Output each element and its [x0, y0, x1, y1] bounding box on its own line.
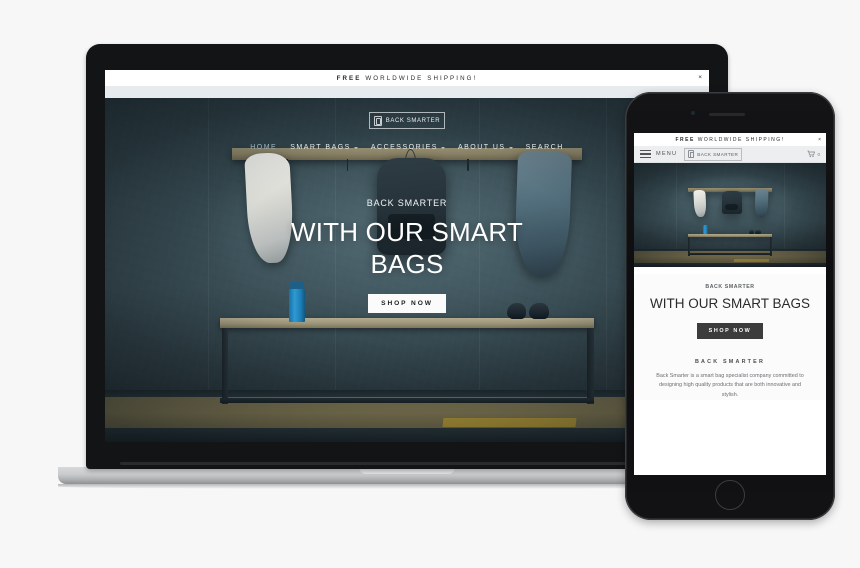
hero-eyebrow: BACK SMARTER — [366, 198, 448, 208]
site-logo[interactable]: BACK SMARTER — [368, 112, 446, 129]
vignette — [634, 163, 826, 267]
nav-label: SEARCH — [525, 144, 564, 151]
chevron-down-icon — [508, 146, 513, 149]
mobile-hero-headline: WITH OUR SMART BAGS — [649, 296, 811, 311]
nav-label: ABOUT US — [457, 144, 506, 151]
earpiece-speaker — [709, 113, 745, 116]
logo-text: BACK SMARTER — [385, 117, 441, 124]
cart-icon — [807, 150, 816, 158]
mobile-menu-label[interactable]: MENU — [656, 151, 677, 157]
mobile-site-logo[interactable]: BACK SMARTER — [684, 147, 743, 161]
phone-device: FREE WORLDWIDE SHIPPING! × MENU BACK SMA… — [625, 92, 835, 520]
hamburger-menu-icon[interactable] — [640, 150, 651, 158]
nav-item-smart-bags[interactable]: SMART BAGS — [290, 144, 358, 151]
mobile-announcement-bold: FREE — [675, 136, 695, 143]
mobile-announcement-text: FREE WORLDWIDE SHIPPING! — [675, 137, 784, 143]
mobile-hero-eyebrow: BACK SMARTER — [705, 284, 755, 290]
nav-item-about-us[interactable]: ABOUT US — [458, 144, 513, 151]
nav-label: SMART BAGS — [290, 144, 351, 151]
laptop-hinge — [120, 462, 694, 465]
main-navigation: HOME SMART BAGS ACCESSORIES ABOUT US SEA… — [250, 144, 564, 151]
hero-overlay: BACK SMARTER HOME SMART BAGS ACCESSORIES… — [105, 98, 709, 442]
mobile-about-paragraph: Back Smarter is a smart bag specialist c… — [656, 373, 804, 398]
nav-label: HOME — [250, 144, 278, 151]
front-camera-icon — [691, 111, 695, 115]
bag-icon — [373, 115, 382, 126]
header-strip — [105, 86, 709, 98]
mobile-about-title: BACK SMARTER — [694, 359, 766, 366]
desktop-hero: BACK SMARTER HOME SMART BAGS ACCESSORIES… — [105, 98, 709, 442]
bag-icon — [688, 150, 695, 158]
announcement-bar: FREE WORLDWIDE SHIPPING! × — [105, 70, 709, 86]
mobile-shop-now-button[interactable]: SHOP NOW — [696, 323, 764, 340]
cart-count: 0 — [817, 151, 820, 157]
mobile-hero-image — [634, 163, 826, 267]
laptop-bezel: FREE WORLDWIDE SHIPPING! × BACK SMARTER … — [105, 70, 709, 442]
mobile-logo-text: BACK SMARTER — [697, 151, 739, 157]
hero-headline: WITH OUR SMART BAGS — [291, 217, 523, 279]
announcement-rest: WORLDWIDE SHIPPING! — [365, 74, 478, 82]
mobile-announcement-rest: WORLDWIDE SHIPPING! — [697, 136, 785, 143]
shop-now-button[interactable]: SHOP NOW — [368, 294, 446, 314]
mobile-hero-divider — [634, 267, 826, 274]
mobile-hero-photo — [634, 163, 826, 267]
nav-label: ACCESSORIES — [370, 144, 438, 151]
nav-item-accessories[interactable]: ACCESSORIES — [371, 144, 445, 151]
mobile-viewport: FREE WORLDWIDE SHIPPING! × MENU BACK SMA… — [634, 133, 826, 475]
announcement-bold: FREE — [336, 74, 362, 82]
close-icon[interactable]: × — [698, 74, 702, 82]
cart-button[interactable]: 0 — [807, 150, 820, 158]
desktop-viewport: FREE WORLDWIDE SHIPPING! × BACK SMARTER … — [105, 70, 709, 442]
mockup-stage: FREE WORLDWIDE SHIPPING! × BACK SMARTER … — [0, 0, 860, 568]
chevron-down-icon — [440, 146, 445, 149]
mobile-content: BACK SMARTER WITH OUR SMART BAGS SHOP NO… — [634, 274, 826, 401]
chevron-down-icon — [353, 146, 358, 149]
nav-item-home[interactable]: HOME — [250, 144, 277, 151]
home-button[interactable] — [715, 480, 745, 510]
mobile-close-icon[interactable]: × — [818, 137, 821, 143]
mobile-announcement-bar: FREE WORLDWIDE SHIPPING! × — [634, 133, 826, 146]
nav-item-search[interactable]: SEARCH — [526, 144, 564, 151]
announcement-text: FREE WORLDWIDE SHIPPING! — [337, 75, 478, 82]
mobile-header: MENU BACK SMARTER 0 — [634, 146, 826, 163]
